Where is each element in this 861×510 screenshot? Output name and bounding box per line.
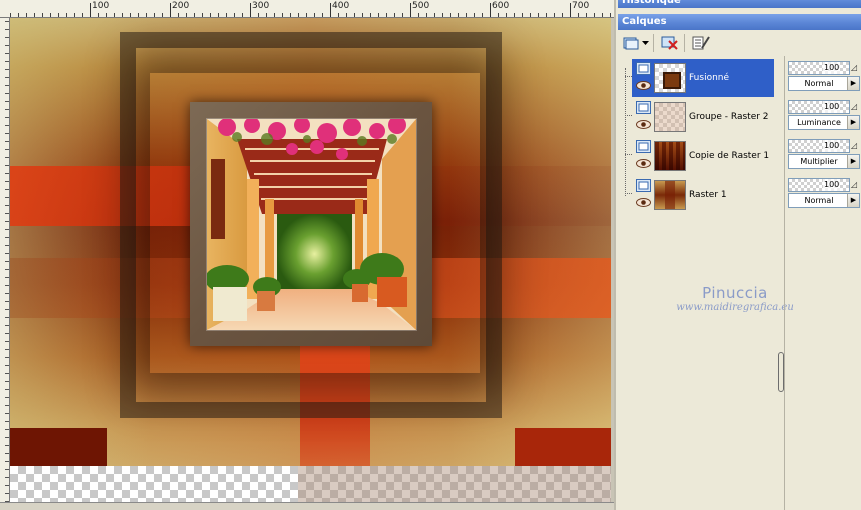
ruler-label: 500 (412, 1, 430, 11)
ruler-tick (490, 3, 491, 17)
dropdown-arrow-icon[interactable]: ▶ (847, 155, 859, 168)
ruler-tick (170, 3, 171, 17)
paint-shop-pro-window: 100 200 300 400 500 600 700 Historique C… (0, 0, 861, 510)
red-block-right (515, 428, 611, 466)
new-layer-dropdown[interactable] (640, 33, 650, 53)
opacity-slider[interactable]: 100 (788, 139, 850, 153)
opacity-value: 100 (823, 101, 841, 113)
layer-thumbnail (654, 180, 686, 210)
layer-properties-button[interactable] (691, 33, 711, 53)
raster-layer-icon (636, 62, 651, 75)
dropdown-arrow-icon (641, 40, 649, 45)
pergola-photo (207, 119, 416, 330)
delete-layer-icon (661, 36, 678, 50)
dropdown-arrow-icon[interactable]: ▶ (847, 116, 859, 129)
visibility-eye-icon[interactable] (636, 158, 651, 169)
blend-mode-value: Normal (804, 196, 834, 205)
layer-row-raster-1[interactable]: Raster 1 (625, 176, 774, 214)
history-palette-title[interactable]: Historique (618, 0, 861, 8)
new-layer-icon (623, 37, 639, 50)
slider-arrow-icon[interactable]: ◿ (851, 180, 859, 190)
transparent-tint (298, 466, 611, 502)
delete-layer-button[interactable] (660, 33, 680, 53)
layers-list: Fusionné Groupe - Raster 2 Copie de Rast… (620, 56, 794, 510)
blend-mode-select[interactable]: Multiplier ▶ (788, 154, 860, 169)
pergola-illustration (207, 119, 416, 330)
vertical-ruler (0, 18, 10, 510)
transparent-area (10, 466, 611, 502)
ruler-label: 600 (492, 1, 510, 11)
toolbar-separator (684, 34, 685, 52)
visibility-eye-icon[interactable] (636, 197, 651, 208)
slider-arrow-icon[interactable]: ◿ (851, 63, 859, 73)
layer-thumbnail (654, 141, 686, 171)
visibility-eye-icon[interactable] (636, 80, 651, 91)
layer-thumbnail (654, 63, 686, 93)
ruler-label: 200 (172, 1, 190, 11)
image-canvas[interactable] (10, 18, 611, 502)
layer-properties-column: 100 ◿ Normal ▶ 100 ◿ Luminance ▶ 100 ◿ M… (784, 56, 861, 510)
blend-mode-select[interactable]: Normal ▶ (788, 193, 860, 208)
ruler-tick (570, 3, 571, 17)
document-area: 100 200 300 400 500 600 700 (0, 0, 614, 510)
horizontal-scrollbar[interactable] (0, 502, 614, 510)
opacity-slider[interactable]: 100 (788, 178, 850, 192)
blend-mode-value: Normal (804, 79, 834, 88)
ruler-label: 300 (252, 1, 270, 11)
raster-layer-icon (636, 101, 651, 114)
ruler-tick (410, 3, 411, 17)
layer-thumbnail (654, 102, 686, 132)
layer-row-fusionne[interactable]: Fusionné (625, 59, 774, 97)
layer-row-groupe-raster-2[interactable]: Groupe - Raster 2 (625, 98, 774, 136)
layers-toolbar (620, 32, 860, 54)
opacity-value: 100 (823, 179, 841, 191)
dark-block-left (10, 428, 107, 466)
opacity-slider[interactable]: 100 (788, 61, 850, 75)
dropdown-arrow-icon[interactable]: ▶ (847, 194, 859, 207)
raster-layer-icon (636, 140, 651, 153)
opacity-value: 100 (823, 62, 841, 74)
slider-arrow-icon[interactable]: ◿ (851, 141, 859, 151)
ruler-tick (90, 3, 91, 17)
layer-props-fusionne: 100 ◿ Normal ▶ (788, 61, 860, 93)
dropdown-arrow-icon[interactable]: ▶ (847, 77, 859, 90)
raster-layer-icon (636, 179, 651, 192)
tree-branch (625, 76, 632, 77)
layer-name: Groupe - Raster 2 (689, 112, 769, 122)
ruler-tick (250, 3, 251, 17)
layer-props-copie-de-raster-1: 100 ◿ Multiplier ▶ (788, 139, 860, 171)
horizontal-ruler: 100 200 300 400 500 600 700 (0, 0, 614, 18)
blend-mode-value: Multiplier (800, 157, 838, 166)
layer-properties-icon (692, 36, 710, 50)
ruler-label: 700 (572, 1, 590, 11)
opacity-slider[interactable]: 100 (788, 100, 850, 114)
layer-name: Copie de Raster 1 (689, 151, 770, 161)
ruler-tick (330, 3, 331, 17)
layers-dock: Historique Calques Fusionné Groupe - Ras… (614, 0, 861, 510)
tree-branch (625, 193, 632, 194)
ruler-label: 400 (332, 1, 350, 11)
tree-branch (625, 115, 632, 116)
visibility-eye-icon[interactable] (636, 119, 651, 130)
layer-name: Raster 1 (689, 190, 727, 200)
layer-name: Fusionné (689, 73, 730, 83)
new-layer-button[interactable] (622, 33, 640, 53)
layer-props-groupe-raster-2: 100 ◿ Luminance ▶ (788, 100, 860, 132)
layers-palette-title[interactable]: Calques (618, 14, 861, 30)
toolbar-separator (653, 34, 654, 52)
blend-mode-select[interactable]: Normal ▶ (788, 76, 860, 91)
tree-connector (625, 68, 626, 196)
tree-branch (625, 154, 632, 155)
layer-row-copie-de-raster-1[interactable]: Copie de Raster 1 (625, 137, 774, 175)
ruler-label: 100 (92, 1, 110, 11)
blend-mode-select[interactable]: Luminance ▶ (788, 115, 860, 130)
blend-mode-value: Luminance (797, 118, 841, 127)
slider-arrow-icon[interactable]: ◿ (851, 102, 859, 112)
opacity-value: 100 (823, 140, 841, 152)
layer-props-raster-1: 100 ◿ Normal ▶ (788, 178, 860, 210)
